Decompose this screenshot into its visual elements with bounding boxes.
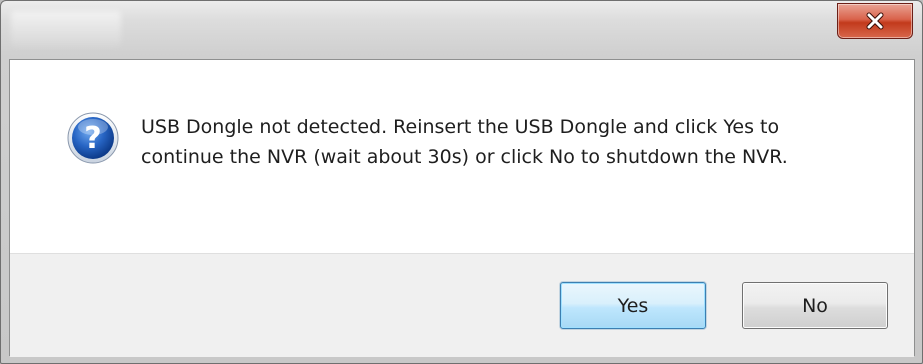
close-button[interactable]: [837, 3, 913, 39]
dialog-body: ? USB Dongle not detected. Reinsert the …: [9, 59, 915, 357]
question-icon: ?: [67, 112, 119, 164]
yes-button[interactable]: Yes: [560, 282, 706, 329]
dialog-message: USB Dongle not detected. Reinsert the US…: [141, 116, 788, 168]
no-button[interactable]: No: [742, 282, 888, 329]
message-area: ? USB Dongle not detected. Reinsert the …: [10, 60, 914, 253]
button-bar: Yes No: [10, 253, 914, 357]
svg-text:?: ?: [84, 121, 101, 156]
close-icon: [866, 12, 884, 30]
dialog-window: ? USB Dongle not detected. Reinsert the …: [0, 0, 923, 364]
title-bar[interactable]: [1, 1, 922, 57]
window-title: [11, 11, 121, 47]
